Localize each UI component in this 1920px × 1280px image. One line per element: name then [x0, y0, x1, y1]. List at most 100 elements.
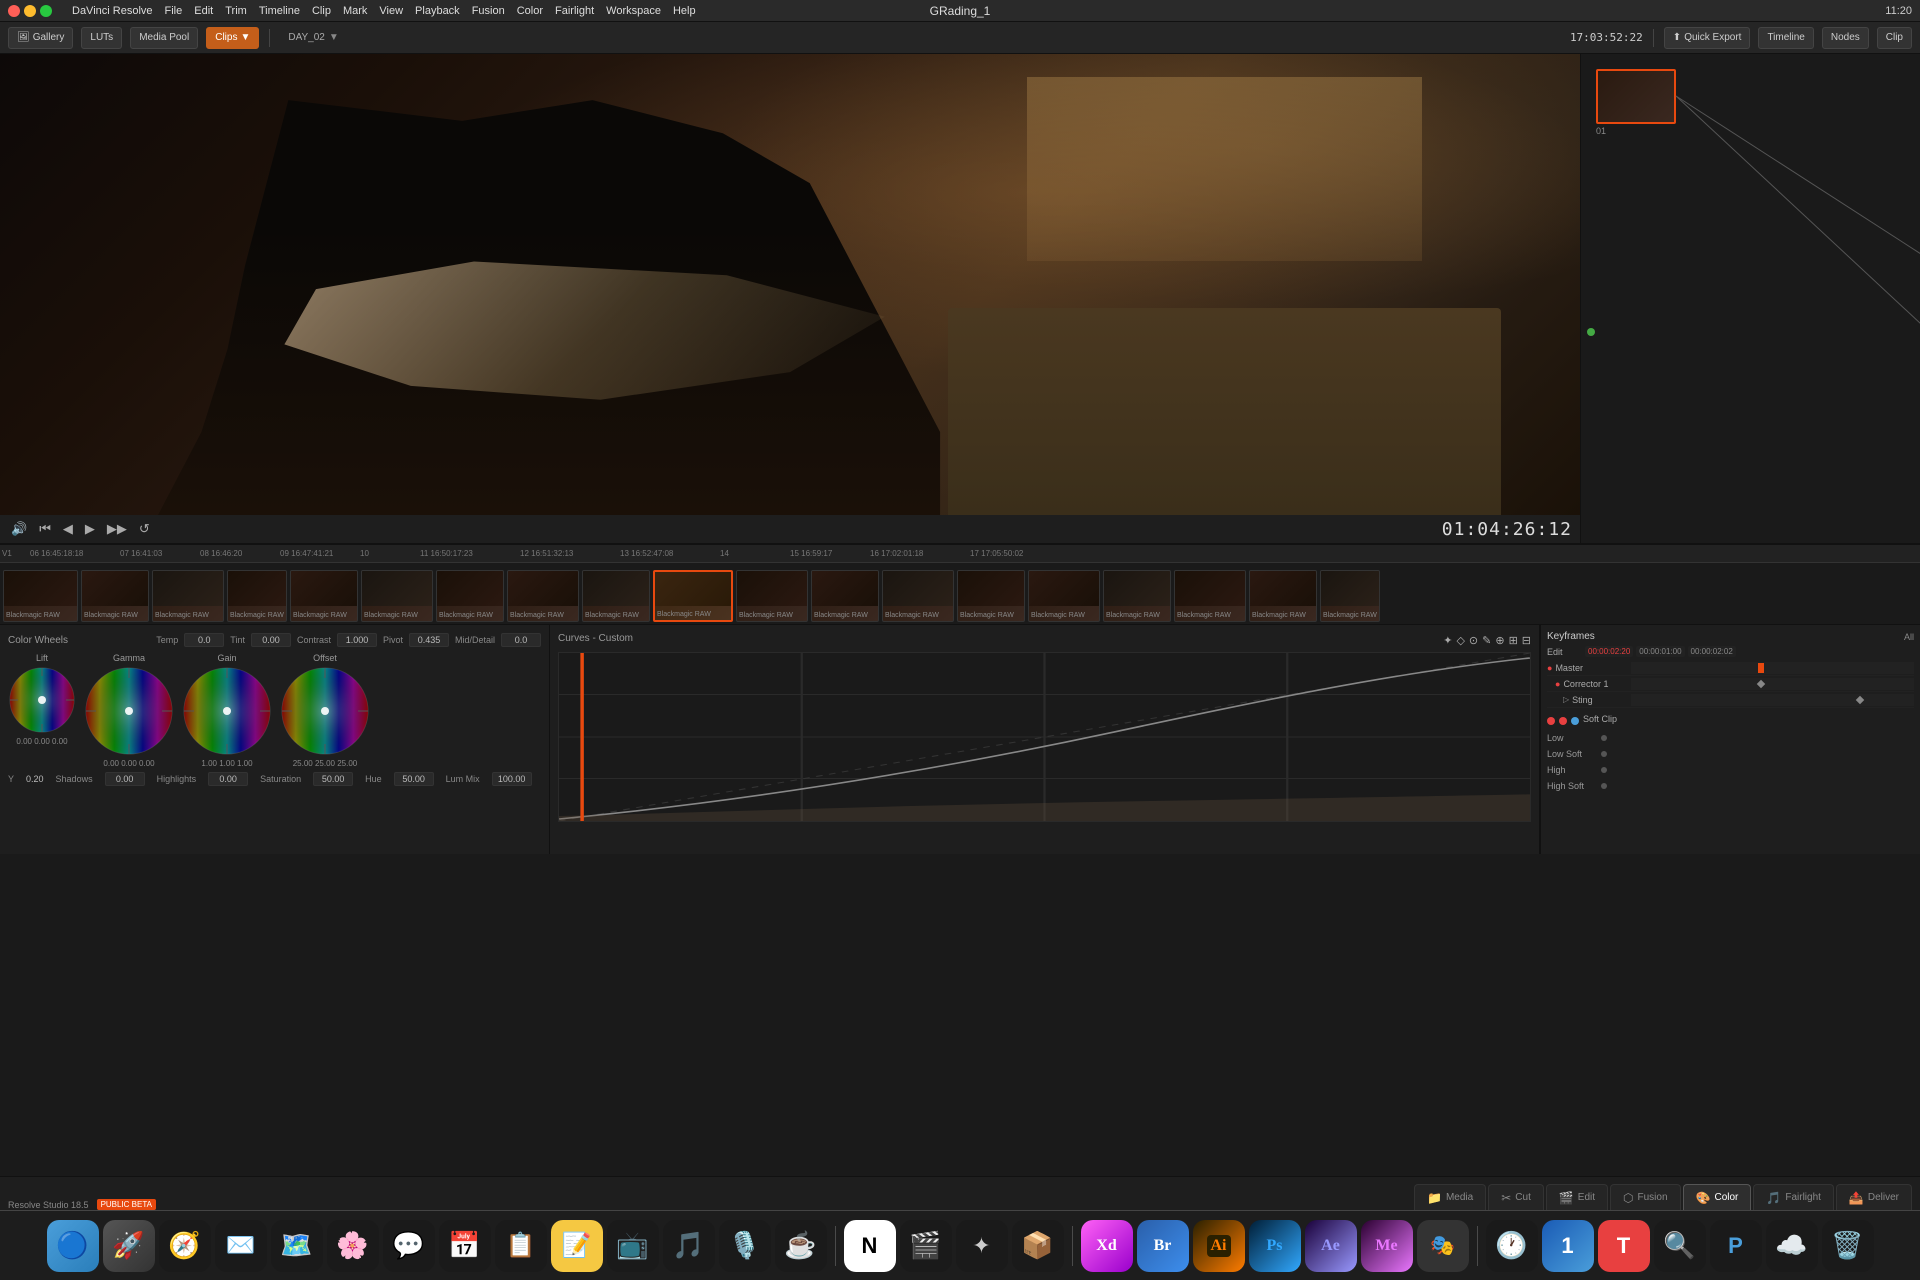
temp-input[interactable]	[184, 633, 224, 647]
luts-button[interactable]: LUTs	[81, 27, 122, 49]
dock-amphetamine[interactable]: ☕	[775, 1220, 827, 1272]
tab-deliver[interactable]: 📤 Deliver	[1836, 1184, 1912, 1210]
dock-safari[interactable]: 🧭	[159, 1220, 211, 1272]
dock-clock[interactable]: 🕐	[1486, 1220, 1538, 1272]
dock-cleanmymac[interactable]: 🔍	[1654, 1220, 1706, 1272]
menu-item-file[interactable]: File	[165, 5, 183, 17]
clips-button[interactable]: Clips ▼	[206, 27, 259, 49]
dock-bridge[interactable]: Br	[1137, 1220, 1189, 1272]
master-kf-timeline[interactable]	[1631, 662, 1914, 674]
clip-thumb-24[interactable]: Blackmagic RAW	[1320, 570, 1380, 622]
tab-fusion[interactable]: ⬡ Fusion	[1610, 1184, 1681, 1210]
clip-thumb-8[interactable]: Blackmagic RAW	[152, 570, 224, 622]
dock-music[interactable]: 🎵	[663, 1220, 715, 1272]
clip-thumb-16[interactable]: Blackmagic RAW	[736, 570, 808, 622]
dock-notion[interactable]: N	[844, 1220, 896, 1272]
clip-thumb-9[interactable]: Blackmagic RAW	[227, 570, 287, 622]
corrector1-kf-timeline[interactable]	[1631, 678, 1914, 690]
menu-item-fairlight[interactable]: Fairlight	[555, 5, 594, 17]
dock-typeface[interactable]: T	[1598, 1220, 1650, 1272]
dock-notes[interactable]: 📝	[551, 1220, 603, 1272]
node-editor[interactable]: 01	[1580, 54, 1920, 543]
dock-tv[interactable]: 📺	[607, 1220, 659, 1272]
timeline-view-button[interactable]: Timeline	[1758, 27, 1813, 49]
curves-tool-7[interactable]: ⊟	[1522, 634, 1531, 647]
curves-tool-3[interactable]: ⊙	[1469, 634, 1478, 647]
saturation-input[interactable]	[313, 772, 353, 786]
clip-thumb-23[interactable]: Blackmagic RAW	[1249, 570, 1317, 622]
menu-item-trim[interactable]: Trim	[225, 5, 247, 17]
dock-mediaencoder[interactable]: Me	[1361, 1220, 1413, 1272]
highlights-input[interactable]	[208, 772, 248, 786]
curves-tool-2[interactable]: ◇	[1456, 634, 1464, 647]
menu-item-resolve[interactable]: DaVinci Resolve	[72, 5, 153, 17]
fullscreen-button[interactable]	[40, 5, 52, 17]
clip-thumb-14[interactable]: Blackmagic RAW	[582, 570, 650, 622]
dock-reminders[interactable]: 📋	[495, 1220, 547, 1272]
menu-item-color[interactable]: Color	[517, 5, 543, 17]
menu-item-timeline[interactable]: Timeline	[259, 5, 300, 17]
sting-kf-timeline[interactable]	[1631, 694, 1914, 706]
tab-fairlight[interactable]: 🎵 Fairlight	[1753, 1184, 1834, 1210]
clip-button[interactable]: Clip	[1877, 27, 1912, 49]
gallery-button[interactable]: 🖼 Gallery	[8, 27, 73, 49]
gain-wheel[interactable]	[182, 666, 272, 756]
curves-tool-4[interactable]: ✎	[1482, 634, 1491, 647]
dock-davinci-resolve[interactable]: 🎭	[1417, 1220, 1469, 1272]
mid-detail-input[interactable]	[501, 633, 541, 647]
tab-cut[interactable]: ✂ Cut	[1488, 1184, 1544, 1210]
menu-item-mark[interactable]: Mark	[343, 5, 367, 17]
menu-item-clip[interactable]: Clip	[312, 5, 331, 17]
lift-wheel[interactable]	[8, 666, 76, 734]
dock-illustrator[interactable]: Ai	[1193, 1220, 1245, 1272]
tab-color[interactable]: 🎨 Color	[1683, 1184, 1752, 1210]
hue-input[interactable]	[394, 772, 434, 786]
curves-canvas[interactable]	[558, 652, 1531, 822]
dock-calendar[interactable]: 📅	[439, 1220, 491, 1272]
node-thumbnail[interactable]	[1596, 69, 1676, 124]
loop-button[interactable]: ↺	[136, 521, 153, 537]
curves-tool-1[interactable]: ✦	[1443, 634, 1452, 647]
play-pause-button[interactable]: ▶	[82, 521, 98, 537]
menu-item-fusion[interactable]: Fusion	[472, 5, 505, 17]
curves-tool-5[interactable]: ⊕	[1495, 634, 1504, 647]
dock-aftereffects[interactable]: Ae	[1305, 1220, 1357, 1272]
dock-trash[interactable]: 🗑️	[1822, 1220, 1874, 1272]
menu-item-edit[interactable]: Edit	[194, 5, 213, 17]
offset-wheel[interactable]	[280, 666, 370, 756]
play-to-start-button[interactable]: ⏮	[36, 521, 54, 537]
dock-icloud[interactable]: ☁️	[1766, 1220, 1818, 1272]
volume-icon[interactable]: 🔊	[8, 521, 30, 537]
dock-mail[interactable]: ✉️	[215, 1220, 267, 1272]
dock-podcasts[interactable]: 🎙️	[719, 1220, 771, 1272]
close-button[interactable]	[8, 5, 20, 17]
dock-xd[interactable]: Xd	[1081, 1220, 1133, 1272]
menu-item-workspace[interactable]: Workspace	[606, 5, 661, 17]
media-pool-button[interactable]: Media Pool	[130, 27, 198, 49]
dock-davinci[interactable]: 🎬	[900, 1220, 952, 1272]
dock-launchpad[interactable]: 🚀	[103, 1220, 155, 1272]
contrast-input[interactable]	[337, 633, 377, 647]
menu-item-playback[interactable]: Playback	[415, 5, 460, 17]
clip-thumb-10[interactable]: Blackmagic RAW	[290, 570, 358, 622]
pivot-input[interactable]	[409, 633, 449, 647]
dock-finder[interactable]: 🔵	[47, 1220, 99, 1272]
clip-thumb-22[interactable]: Blackmagic RAW	[1174, 570, 1246, 622]
dock-messages[interactable]: 💬	[383, 1220, 435, 1272]
tab-edit[interactable]: 🎬 Edit	[1546, 1184, 1608, 1210]
clip-thumb-7[interactable]: Blackmagic RAW	[81, 570, 149, 622]
prev-frame-button[interactable]: ◀	[60, 521, 76, 537]
curves-tool-6[interactable]: ⊞	[1509, 634, 1518, 647]
next-frame-button[interactable]: ▶▶	[104, 521, 130, 537]
dock-photos[interactable]: 🌸	[327, 1220, 379, 1272]
clip-thumb-18[interactable]: Blackmagic RAW	[882, 570, 954, 622]
shadows-input[interactable]	[105, 772, 145, 786]
clip-thumb-15-active[interactable]: Blackmagic RAW	[653, 570, 733, 622]
dock-proxyman[interactable]: P	[1710, 1220, 1762, 1272]
clip-thumb-20[interactable]: Blackmagic RAW	[1028, 570, 1100, 622]
clip-thumb-17[interactable]: Blackmagic RAW	[811, 570, 879, 622]
gamma-wheel[interactable]	[84, 666, 174, 756]
video-display[interactable]	[0, 54, 1580, 515]
tint-input[interactable]	[251, 633, 291, 647]
kf-all-button[interactable]: All	[1904, 632, 1914, 642]
